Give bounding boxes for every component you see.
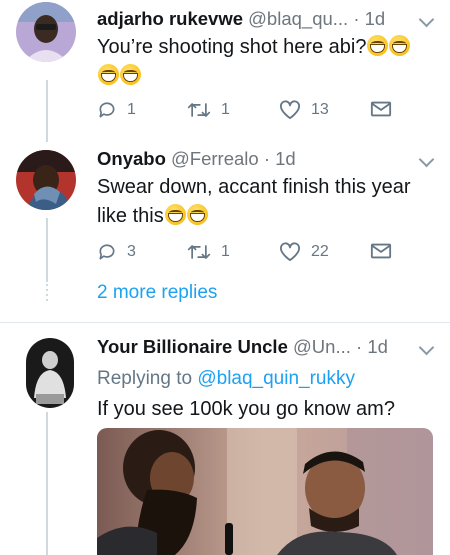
timestamp[interactable]: · 1d (356, 336, 388, 357)
tweet-image[interactable] (97, 428, 433, 555)
reply-icon (99, 102, 115, 118)
like-count: 13 (311, 101, 329, 118)
thread-line-top (46, 80, 48, 142)
reply-count: 3 (127, 243, 136, 260)
display-name[interactable]: Your Billionaire Uncle (97, 336, 288, 357)
like-button[interactable]: 22 (279, 242, 329, 262)
reply-button[interactable]: 1 (97, 100, 136, 120)
like-button[interactable]: 13 (279, 100, 329, 120)
thread-line-bottom (46, 412, 48, 555)
user-handle[interactable]: @blaq_qu... (248, 8, 348, 29)
emoji-laughing-icon (367, 35, 389, 56)
replying-to-label: Replying to (97, 368, 193, 389)
replying-to-handle[interactable]: @blaq_quin_rukky (197, 368, 355, 389)
replying-to: Replying to @blaq_quin_rukky (97, 368, 355, 390)
dm-button[interactable] (370, 100, 392, 118)
tweet-text: Swear down, accant finish this year like… (97, 176, 411, 227)
avatar[interactable] (16, 150, 76, 210)
retweet-button[interactable]: 1 (187, 242, 230, 262)
user-handle[interactable]: @Un... (293, 336, 351, 357)
emoji-laughing-icon (98, 64, 119, 85)
tweet-header: adjarho rukevwe @blaq_qu... · 1d (97, 8, 385, 30)
emoji-laughing-icon (120, 64, 141, 85)
divider (0, 322, 450, 323)
avatar[interactable] (16, 2, 76, 62)
reply-button[interactable]: 3 (97, 242, 136, 262)
user-handle[interactable]: @Ferrealo (171, 148, 259, 169)
thread-line-dots (46, 284, 48, 302)
retweet-icon (187, 245, 211, 259)
heart-icon (279, 242, 300, 262)
tweet-header: Your Billionaire Uncle @Un... · 1d (97, 336, 388, 358)
chevron-down-icon[interactable] (418, 11, 435, 28)
tweet-actions: 3 1 22 (97, 242, 397, 264)
tweet-header: Onyabo @Ferrealo · 1d (97, 148, 296, 170)
heart-icon (279, 100, 300, 120)
timestamp[interactable]: · 1d (353, 8, 385, 29)
emoji-laughing-icon (164, 204, 186, 225)
like-count: 22 (311, 243, 329, 260)
tweet-text: You’re shooting shot here abi? (97, 33, 437, 91)
envelope-icon (370, 101, 392, 117)
retweet-count: 1 (221, 101, 230, 118)
dm-button[interactable] (370, 242, 392, 260)
timestamp[interactable]: · 1d (264, 148, 296, 169)
display-name[interactable]: adjarho rukevwe (97, 8, 243, 29)
reply-count: 1 (127, 101, 136, 118)
retweet-icon (187, 103, 211, 117)
retweet-button[interactable]: 1 (187, 100, 230, 120)
display-name[interactable]: Onyabo (97, 148, 166, 169)
thread-line-mid (46, 218, 48, 282)
emoji-laughing-icon (186, 204, 208, 225)
avatar[interactable] (26, 338, 74, 408)
chevron-down-icon[interactable] (418, 339, 435, 356)
envelope-icon (370, 243, 392, 259)
emoji-laughing-icon (389, 35, 411, 56)
reply-icon (99, 244, 115, 260)
tweet-actions: 1 1 13 (97, 100, 397, 122)
more-replies-link[interactable]: 2 more replies (97, 282, 217, 304)
chevron-down-icon[interactable] (418, 151, 435, 168)
tweet-text: If you see 100k you go know am? (97, 398, 395, 420)
retweet-count: 1 (221, 243, 230, 260)
